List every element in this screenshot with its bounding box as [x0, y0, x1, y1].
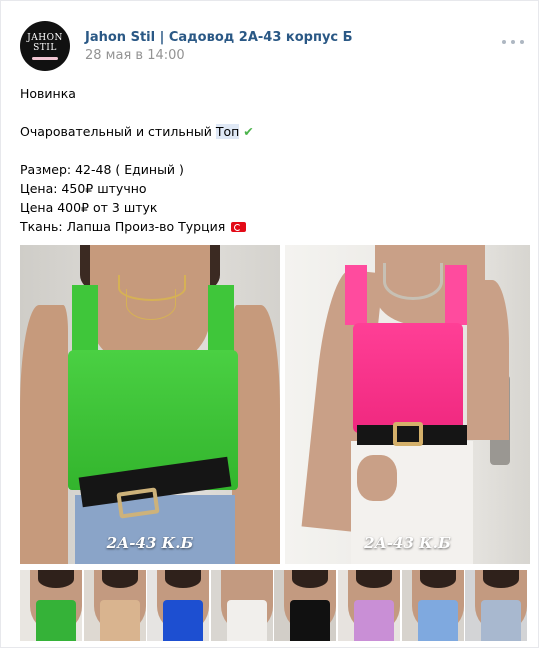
text-line-price: Цена: 450₽ штучно — [20, 181, 147, 196]
pink-tank-top — [353, 323, 463, 433]
photo-watermark: 2А-43 К.Б — [106, 534, 194, 552]
photo-thumbnail[interactable] — [84, 570, 146, 641]
thumbnail-hair — [102, 570, 138, 588]
thumbnail-hair — [356, 570, 392, 588]
text-line-description: Очаровательный и стильный Топ ✔ — [20, 122, 520, 141]
thumbnail-tank-top — [290, 600, 330, 641]
fabric-text: Ткань: Лапша Произ-во Турция — [20, 219, 226, 234]
photo-thumbnail[interactable] — [402, 570, 464, 641]
tank-strap-right — [208, 285, 234, 355]
dot-icon — [520, 40, 524, 44]
more-options-icon[interactable] — [502, 37, 524, 47]
tank-strap-left — [345, 265, 367, 325]
avatar-text-line2: STIL — [33, 42, 57, 53]
text-line-fabric: Ткань: Лапша Произ-во Турция — [20, 217, 520, 236]
photo-thumbnail[interactable] — [465, 570, 527, 641]
thumbnail-tank-top — [36, 600, 76, 641]
arm-right — [467, 280, 509, 440]
turkey-flag-icon — [231, 222, 247, 232]
post-photo-2[interactable]: 2А-43 К.Б — [285, 245, 530, 564]
thumbnail-tank-top — [100, 600, 140, 641]
highlighted-word: Топ — [215, 124, 240, 139]
text-line-size: Размер: 42-48 ( Единый ) — [20, 162, 184, 177]
thumbnail-hair — [420, 570, 456, 588]
belt-buckle — [393, 422, 423, 446]
text-line-price-bulk: Цена 400₽ от 3 штук — [20, 200, 158, 215]
necklace-chain — [126, 289, 176, 320]
dot-icon — [502, 40, 506, 44]
photo-thumbnail[interactable] — [211, 570, 273, 641]
text-spacer — [20, 141, 520, 160]
thumbnail-tank-top — [227, 600, 267, 641]
photo-thumbnail[interactable] — [20, 570, 82, 641]
thumbnail-hair — [165, 570, 201, 588]
wall-post: JAHON STIL Jahon Stil | Садовод 2А-43 ко… — [0, 0, 539, 648]
author-name-link[interactable]: Jahon Stil | Садовод 2А-43 корпус Б — [85, 30, 353, 45]
thumbnail-tank-top — [481, 600, 521, 641]
arm-left — [20, 305, 68, 564]
text-line-new: Новинка — [20, 86, 76, 101]
tank-strap-left — [72, 285, 98, 355]
check-mark-icon: ✔ — [243, 124, 254, 139]
thumbnail-hair — [483, 570, 519, 588]
avatar-text-line1: JAHON — [27, 32, 63, 43]
post-date-link[interactable]: 28 мая в 14:00 — [85, 48, 185, 63]
photo-thumbnail[interactable] — [274, 570, 336, 641]
post-photo-1[interactable]: 2А-43 К.Б — [20, 245, 280, 564]
thumbnail-tank-top — [163, 600, 203, 641]
description-text: Очаровательный и стильный — [20, 124, 216, 139]
author-avatar[interactable]: JAHON STIL — [20, 21, 70, 71]
post-text: Новинка Очаровательный и стильный Топ ✔ … — [20, 84, 520, 236]
thumbnail-tank-top — [354, 600, 394, 641]
photo-thumbnail[interactable] — [338, 570, 400, 641]
photo-thumbnails — [20, 570, 531, 641]
arm-right — [232, 305, 280, 564]
thumbnail-hair — [292, 570, 328, 588]
thumbnail-hair — [38, 570, 74, 588]
belt-buckle — [116, 487, 160, 519]
necklace — [383, 263, 443, 300]
photo-thumbnail[interactable] — [147, 570, 209, 641]
dot-icon — [511, 40, 515, 44]
avatar-decoration — [32, 56, 58, 60]
text-spacer — [20, 103, 520, 122]
thumbnail-tank-top — [418, 600, 458, 641]
tank-strap-right — [445, 265, 467, 325]
hand — [357, 455, 397, 501]
photo-watermark: 2А-43 К.Б — [364, 534, 451, 552]
